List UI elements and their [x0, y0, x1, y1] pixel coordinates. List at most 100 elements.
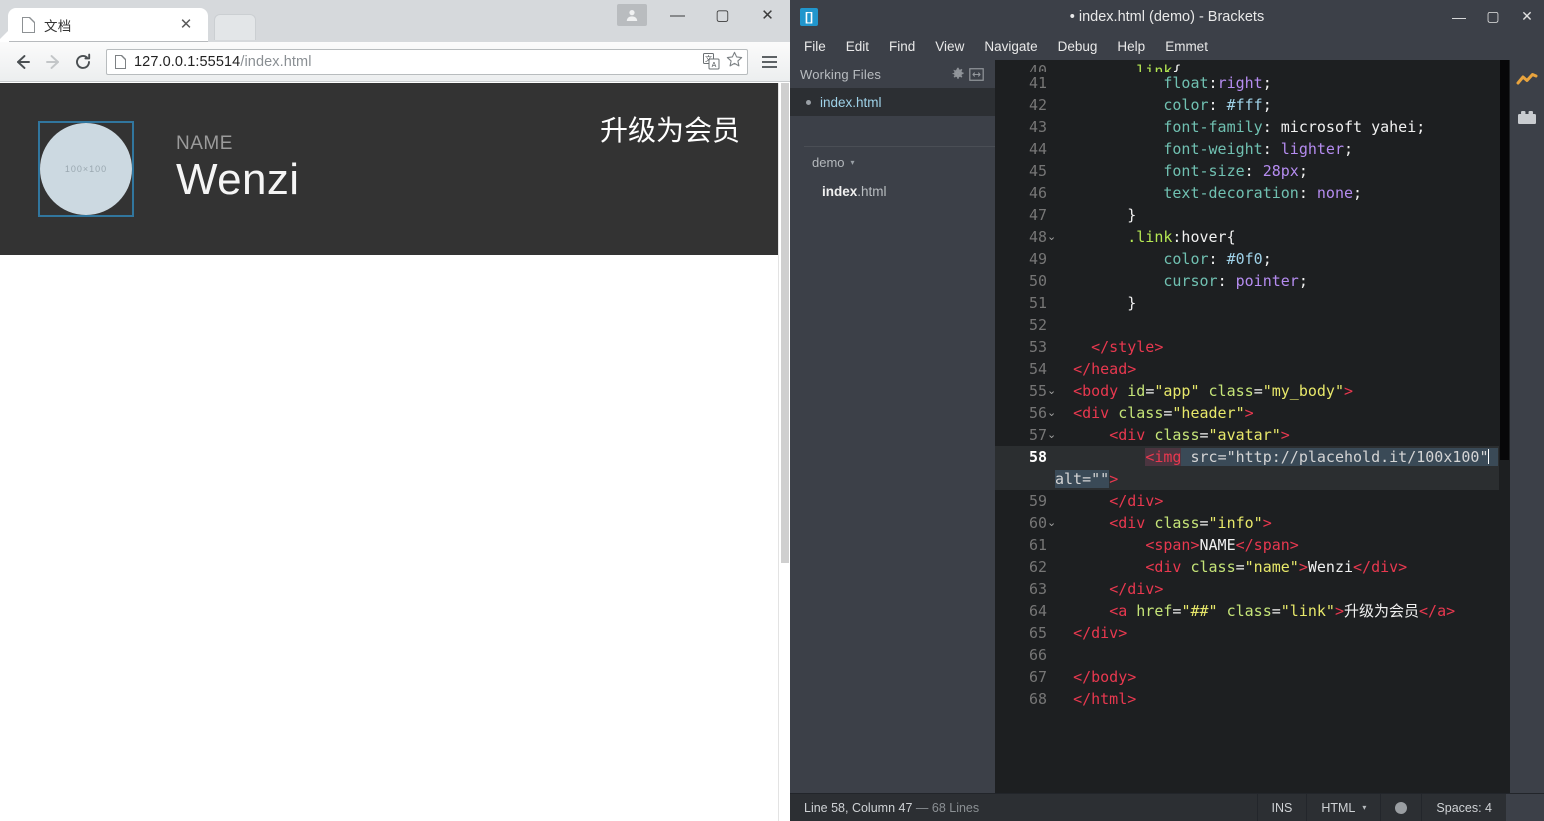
code-fold-toggle-icon[interactable]: ⌄: [1047, 424, 1059, 446]
menu-navigate[interactable]: Navigate: [976, 36, 1045, 57]
code-line[interactable]: 56 ⌄ <div class="header">: [995, 402, 1510, 424]
working-files-header: Working Files: [790, 60, 995, 88]
code-line[interactable]: 61 <span>NAME</span>: [995, 534, 1510, 556]
forward-arrow-icon[interactable]: [38, 47, 68, 77]
code-line-text: </style>: [1055, 336, 1510, 358]
brackets-minimize-button[interactable]: —: [1442, 0, 1476, 33]
menu-file[interactable]: File: [796, 36, 834, 57]
hamburger-menu-icon[interactable]: [756, 47, 782, 77]
code-line[interactable]: 68 </html>: [995, 688, 1510, 710]
working-file-index-html[interactable]: index.html: [790, 88, 995, 116]
reload-icon[interactable]: [68, 47, 98, 77]
live-preview-icon[interactable]: [1514, 68, 1540, 94]
code-line[interactable]: 54 </head>: [995, 358, 1510, 380]
code-fold-toggle-icon[interactable]: ⌄: [1047, 226, 1059, 248]
code-line[interactable]: 65 </div>: [995, 622, 1510, 644]
indent-setting-button[interactable]: Spaces: 4: [1421, 793, 1506, 821]
translate-icon[interactable]: 文 A: [703, 53, 720, 70]
chevron-down-icon: ▾: [1362, 803, 1367, 812]
code-fold-toggle-icon[interactable]: ⌄: [1047, 512, 1059, 534]
close-tab-icon[interactable]: ✕: [178, 17, 194, 33]
brackets-close-button[interactable]: ✕: [1510, 0, 1544, 33]
address-bar[interactable]: 127.0.0.1:55514/index.html 文 A: [106, 48, 748, 75]
new-tab-button[interactable]: [214, 14, 256, 40]
gear-icon[interactable]: [949, 65, 967, 83]
brackets-right-toolbar: [1510, 60, 1544, 793]
code-line[interactable]: 44 font-weight: lighter;: [995, 138, 1510, 160]
menu-find[interactable]: Find: [881, 36, 923, 57]
menu-view[interactable]: View: [927, 36, 972, 57]
code-line[interactable]: 53 </style>: [995, 336, 1510, 358]
code-line-text: </head>: [1055, 358, 1510, 380]
line-number: 66: [1028, 646, 1047, 664]
page-scrollbar-thumb[interactable]: [781, 83, 789, 563]
code-token: ;: [1262, 250, 1272, 268]
chevron-down-icon[interactable]: ▾: [851, 158, 855, 167]
code-line[interactable]: 40 .link{: [995, 60, 1510, 72]
sidebar-spacer: [790, 116, 995, 146]
upgrade-membership-link[interactable]: 升级为会员: [600, 109, 740, 149]
code-token: </div>: [1109, 492, 1164, 510]
working-files-label: Working Files: [800, 66, 882, 82]
code-token: alt: [1055, 470, 1083, 488]
code-line[interactable]: 55 ⌄ <body id="app" class="my_body">: [995, 380, 1510, 402]
editor-scrollbar-thumb[interactable]: [1500, 60, 1509, 460]
code-line[interactable]: 66: [995, 644, 1510, 666]
split-view-icon[interactable]: [967, 65, 985, 83]
insert-mode-button[interactable]: INS: [1256, 793, 1307, 821]
code-line-text: <body id="app" class="my_body">: [1055, 380, 1510, 402]
code-line[interactable]: 64 <a href="##" class="link">升级为会员</a>: [995, 600, 1510, 622]
code-token: ;: [1416, 118, 1426, 136]
back-arrow-icon[interactable]: [8, 47, 38, 77]
code-editor[interactable]: 40 .link{41 float:right; 42 color: #fff; 4…: [995, 60, 1510, 793]
code-line[interactable]: 52: [995, 314, 1510, 336]
code-line[interactable]: 67 </body>: [995, 666, 1510, 688]
code-token: #fff: [1226, 96, 1263, 114]
code-fold-toggle-icon[interactable]: ⌄: [1047, 402, 1059, 424]
code-fold-toggle-icon[interactable]: ⌄: [1047, 380, 1059, 402]
code-token: >: [1244, 404, 1254, 422]
code-line[interactable]: 59 </div>: [995, 490, 1510, 512]
code-line[interactable]: 63 </div>: [995, 578, 1510, 600]
code-line[interactable]: 45 font-size: 28px;: [995, 160, 1510, 182]
language-selector[interactable]: HTML ▾: [1306, 793, 1380, 821]
menu-emmet[interactable]: Emmet: [1157, 36, 1216, 57]
maximize-window-button[interactable]: ▢: [700, 0, 745, 30]
code-token: <body: [1073, 382, 1119, 400]
brackets-maximize-button[interactable]: ▢: [1476, 0, 1510, 33]
menu-debug[interactable]: Debug: [1050, 36, 1106, 57]
code-line[interactable]: 60 ⌄ <div class="info">: [995, 512, 1510, 534]
code-line[interactable]: 46 text-decoration: none;: [995, 182, 1510, 204]
code-line[interactable]: 50 cursor: pointer;: [995, 270, 1510, 292]
profile-avatar-icon[interactable]: [617, 4, 647, 26]
code-line[interactable]: 48 ⌄ .link:hover{: [995, 226, 1510, 248]
code-token: }: [1055, 294, 1137, 312]
star-icon[interactable]: [726, 51, 743, 73]
status-indicator[interactable]: [1380, 793, 1421, 821]
code-line[interactable]: 43 font-family: microsoft yahei;: [995, 116, 1510, 138]
line-number: 63: [1028, 580, 1047, 598]
project-file-index-html[interactable]: index .html: [790, 177, 995, 205]
menu-help[interactable]: Help: [1109, 36, 1153, 57]
browser-tab[interactable]: 文档 ✕: [8, 8, 208, 42]
code-line[interactable]: 41 float:right;: [995, 72, 1510, 94]
code-line[interactable]: 49 color: #0f0;: [995, 248, 1510, 270]
close-window-button[interactable]: ✕: [745, 0, 790, 30]
project-root[interactable]: demo ▾: [790, 147, 995, 177]
line-number: 51: [1028, 294, 1047, 312]
code-token: </head>: [1073, 360, 1137, 378]
code-line[interactable]: 51 }: [995, 292, 1510, 314]
extension-manager-icon[interactable]: [1514, 104, 1540, 130]
code-line[interactable]: 42 color: #fff;: [995, 94, 1510, 116]
page-scrollbar[interactable]: [778, 83, 790, 821]
editor-scrollbar[interactable]: [1499, 60, 1510, 793]
code-line[interactable]: 62 <div class="name">Wenzi</div>: [995, 556, 1510, 578]
minimize-window-button[interactable]: —: [655, 0, 700, 30]
code-lines-container[interactable]: 40 .link{41 float:right; 42 color: #fff; 4…: [995, 60, 1510, 793]
code-line[interactable]: 58 <img src="http://placehold.it/100x100…: [995, 446, 1510, 490]
menu-edit[interactable]: Edit: [838, 36, 877, 57]
code-line[interactable]: 47 }: [995, 204, 1510, 226]
code-line[interactable]: 57 ⌄ <div class="avatar">: [995, 424, 1510, 446]
